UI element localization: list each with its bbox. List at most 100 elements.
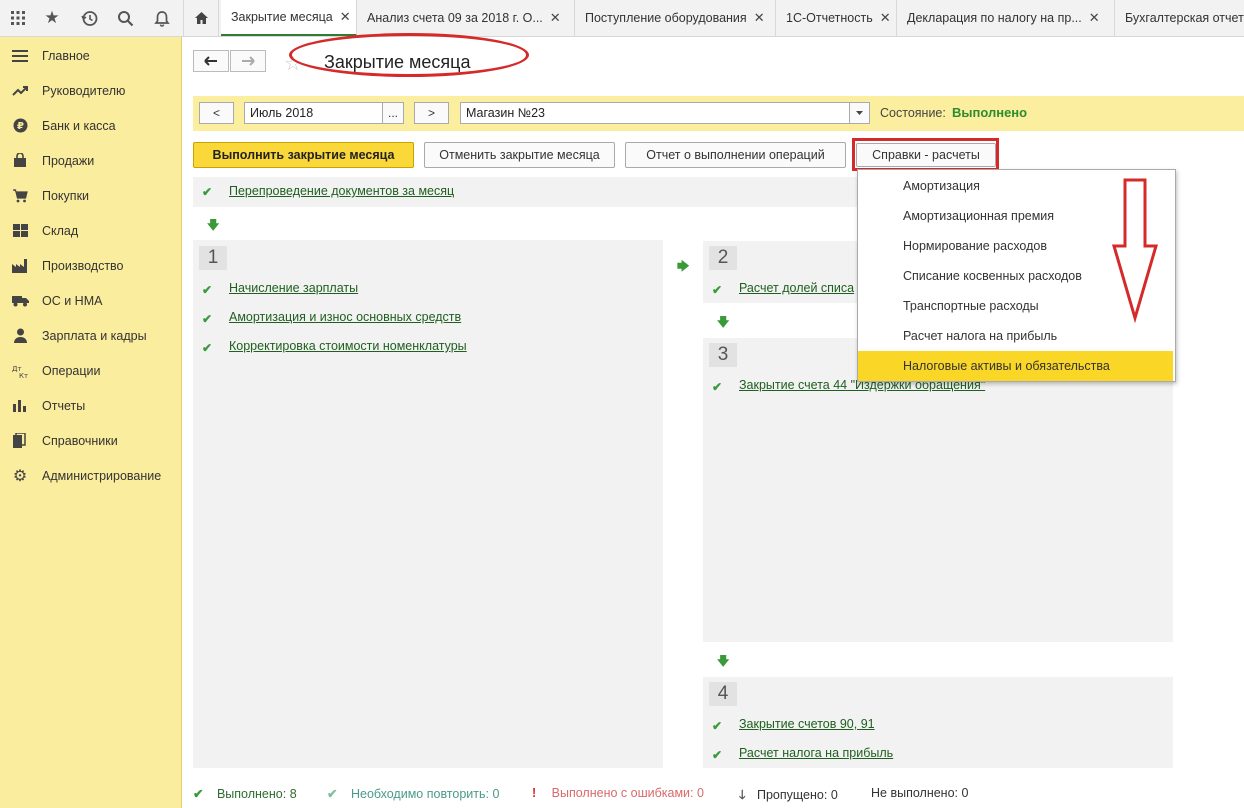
organization-dropdown-button[interactable] [849,102,870,124]
svg-text:Кт: Кт [19,372,28,378]
prev-period-button[interactable]: < [199,102,234,124]
step-number: 4 [709,682,737,706]
truck-icon [11,292,29,310]
sidebar-item-label: Производство [42,258,124,273]
search-icon[interactable] [107,0,143,36]
step-link[interactable]: Начисление зарплаты [229,281,358,295]
tab-equipment-receipt[interactable]: Поступление оборудования ✕ [575,0,776,36]
step-number: 1 [199,246,227,270]
step-number: 3 [709,343,737,367]
cancel-closing-button[interactable]: Отменить закрытие месяца [424,142,615,168]
tab-tax-declaration[interactable]: Декларация по налогу на пр... ✕ [897,0,1115,36]
bell-icon[interactable] [144,0,180,36]
sidebar-item-reports[interactable]: Отчеты [0,388,181,423]
status-repeat: ✔ Необходимо повторить: 0 [327,787,500,801]
check-icon: ✔ [712,748,723,762]
apps-grid-icon[interactable] [0,0,36,36]
shopping-bag-icon [11,152,29,170]
period-field[interactable]: Июль 2018 [244,102,383,124]
close-icon[interactable]: ✕ [880,10,891,26]
sidebar-item-operations[interactable]: Дт Кт Операции [0,353,181,388]
close-icon[interactable]: ✕ [340,9,351,25]
trend-icon [11,82,29,100]
tab-label: Бухгалтерская отчет [1125,11,1244,25]
tab-label: Анализ счета 09 за 2018 г. О... [367,11,543,25]
check-icon: ✔ [712,719,723,733]
person-icon [11,327,29,345]
arrow-down-icon: 🡇 [207,218,220,232]
tab-account-analysis[interactable]: Анализ счета 09 за 2018 г. О... ✕ [357,0,575,36]
step-link[interactable]: Амортизация и износ основных средств [229,310,461,324]
check-icon: ✔ [327,787,338,801]
sidebar-item-salary[interactable]: Зарплата и кадры [0,318,181,353]
check-icon: ✔ [202,283,213,297]
sidebar-item-bank[interactable]: ₽ Банк и касса [0,108,181,143]
tab-label: 1С-Отчетность [786,11,873,25]
sidebar-item-main[interactable]: Главное [0,38,181,73]
close-icon[interactable]: ✕ [1089,10,1100,26]
step-number: 2 [709,246,737,270]
sidebar-item-label: Банк и касса [42,118,116,133]
tab-label: Поступление оборудования [585,11,747,25]
star-icon[interactable]: ★ [34,0,70,36]
state-label: Состояние: [880,106,946,120]
annotation-box [852,138,999,171]
sidebar-item-admin[interactable]: ⚙ Администрирование [0,458,181,493]
annotation-arrow-icon [1112,178,1158,323]
step-link-repost[interactable]: Перепроведение документов за месяц [229,184,454,198]
sidebar-item-warehouse[interactable]: Склад [0,213,181,248]
ruble-coin-icon: ₽ [11,117,29,135]
sidebar-item-label: ОС и НМА [42,293,103,308]
step-link[interactable]: Расчет долей списа [739,281,854,295]
tab-accounting-report[interactable]: Бухгалтерская отчет [1115,0,1244,36]
operations-report-button[interactable]: Отчет о выполнении операций [625,142,846,168]
back-button[interactable] [193,50,229,72]
state-value: Выполнено [952,105,1028,120]
history-icon[interactable] [71,0,107,36]
sidebar-item-purchases[interactable]: Покупки [0,178,181,213]
cart-icon [11,187,29,205]
sidebar-item-catalogs[interactable]: Справочники [0,423,181,458]
factory-icon [11,257,29,275]
sidebar-item-production[interactable]: Производство [0,248,181,283]
period-select-button[interactable]: ... [382,102,404,124]
sidebar-item-manager[interactable]: Руководителю [0,73,181,108]
step-link[interactable]: Закрытие счетов 90, 91 [739,717,875,731]
tab-1c-reporting[interactable]: 1С-Отчетность ✕ [776,0,897,36]
arrow-down-icon: 🡓 [739,788,746,802]
sidebar-item-label: Склад [42,223,79,238]
sidebar-item-label: Отчеты [42,398,86,413]
step-link[interactable]: Корректировка стоимости номенклатуры [229,339,467,353]
svg-text:₽: ₽ [17,121,24,132]
menu-item-selected[interactable]: Налоговые активы и обязательства [858,351,1173,381]
run-closing-button[interactable]: Выполнить закрытие месяца [193,142,414,168]
sidebar-item-label: Главное [42,48,90,63]
chevron-down-icon [856,111,863,115]
status-errors: ! Выполнено с ошибками: 0 [532,786,704,800]
menu-lines-icon [11,47,29,65]
close-icon[interactable]: ✕ [754,10,765,26]
sidebar-item-label: Администрирование [42,468,162,483]
forward-button[interactable] [230,50,266,72]
next-period-button[interactable]: > [414,102,449,124]
books-icon [11,432,29,450]
check-icon: ✔ [202,185,213,199]
sidebar-item-sales[interactable]: Продажи [0,143,181,178]
check-icon: ✔ [712,380,723,394]
check-icon: ✔ [712,283,723,297]
close-icon[interactable]: ✕ [550,10,561,26]
sidebar-item-label: Покупки [42,188,90,203]
arrow-right-icon [242,56,255,66]
check-icon: ✔ [193,787,204,801]
home-icon[interactable] [183,0,219,36]
warehouse-grid-icon [11,222,29,240]
step-link[interactable]: Расчет налога на прибыль [739,746,893,760]
tab-label: Декларация по налогу на пр... [907,11,1082,25]
status-done: ✔ Выполнено: 8 [193,787,297,801]
sidebar-item-label: Операции [42,363,101,378]
organization-field[interactable]: Магазин №23 [460,102,850,124]
status-not-done: Не выполнено: 0 [871,786,969,800]
tab-month-closing[interactable]: Закрытие месяца ✕ [221,0,357,36]
menu-item[interactable]: Расчет налога на прибыль [858,321,1173,351]
sidebar-item-fixed-assets[interactable]: ОС и НМА [0,283,181,318]
